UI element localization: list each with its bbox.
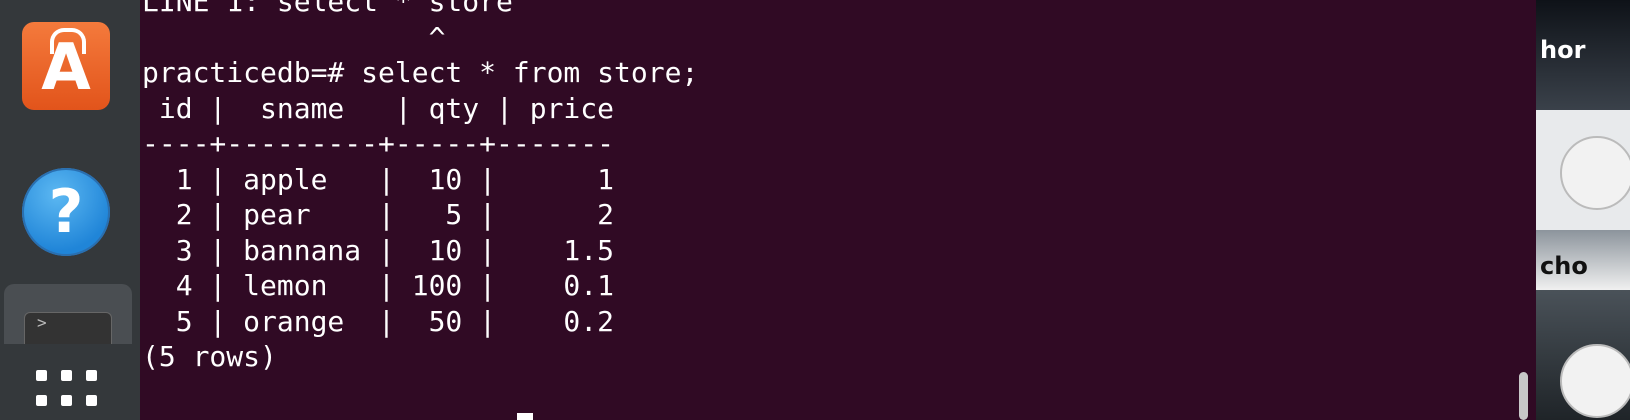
terminal-output: LINE 1: select * store ^ practicedb=# sel… bbox=[142, 0, 698, 410]
terminal-line: (5 rows) bbox=[142, 340, 277, 373]
launcher-dock: A ? > bbox=[0, 0, 140, 420]
software-center-launcher[interactable]: A bbox=[22, 22, 110, 110]
terminal-line: practicedb=# select * from store; bbox=[142, 56, 699, 89]
background-knob-icon bbox=[1560, 136, 1630, 210]
terminal-window[interactable]: LINE 1: select * store ^ practicedb=# sel… bbox=[140, 0, 1536, 420]
app-grid-icon[interactable] bbox=[36, 370, 100, 414]
background-window-text: hor bbox=[1540, 36, 1586, 64]
desktop-screen: A ? > LINE 1: select * store ^ practicedb… bbox=[0, 0, 1630, 420]
terminal-line: 3 | bannana | 10 | 1.5 bbox=[142, 233, 615, 267]
terminal-icon: > bbox=[24, 312, 112, 344]
help-icon[interactable]: ? bbox=[22, 168, 110, 256]
terminal-line: ----+---------+-----+------- bbox=[142, 127, 615, 160]
background-knob-icon bbox=[1560, 344, 1630, 418]
terminal-line: id | sname | qty | price bbox=[142, 91, 615, 125]
terminal-line: ^ bbox=[142, 20, 446, 54]
terminal-launcher[interactable]: > bbox=[4, 284, 132, 344]
background-window-text: cho bbox=[1540, 252, 1588, 280]
terminal-line: 5 | orange | 50 | 0.2 bbox=[142, 304, 615, 338]
terminal-line: 2 | pear | 5 | 2 bbox=[142, 198, 615, 231]
terminal-cursor bbox=[517, 413, 533, 420]
terminal-scrollbar[interactable] bbox=[1519, 372, 1528, 420]
terminal-line: 4 | lemon | 100 | 0.1 bbox=[142, 269, 615, 302]
terminal-line: 1 | apple | 10 | 1 bbox=[142, 162, 615, 196]
terminal-line: LINE 1: select * store bbox=[142, 0, 513, 18]
background-window-fragment[interactable]: hor cho bbox=[1536, 0, 1630, 420]
software-center-letter: A bbox=[41, 31, 91, 105]
